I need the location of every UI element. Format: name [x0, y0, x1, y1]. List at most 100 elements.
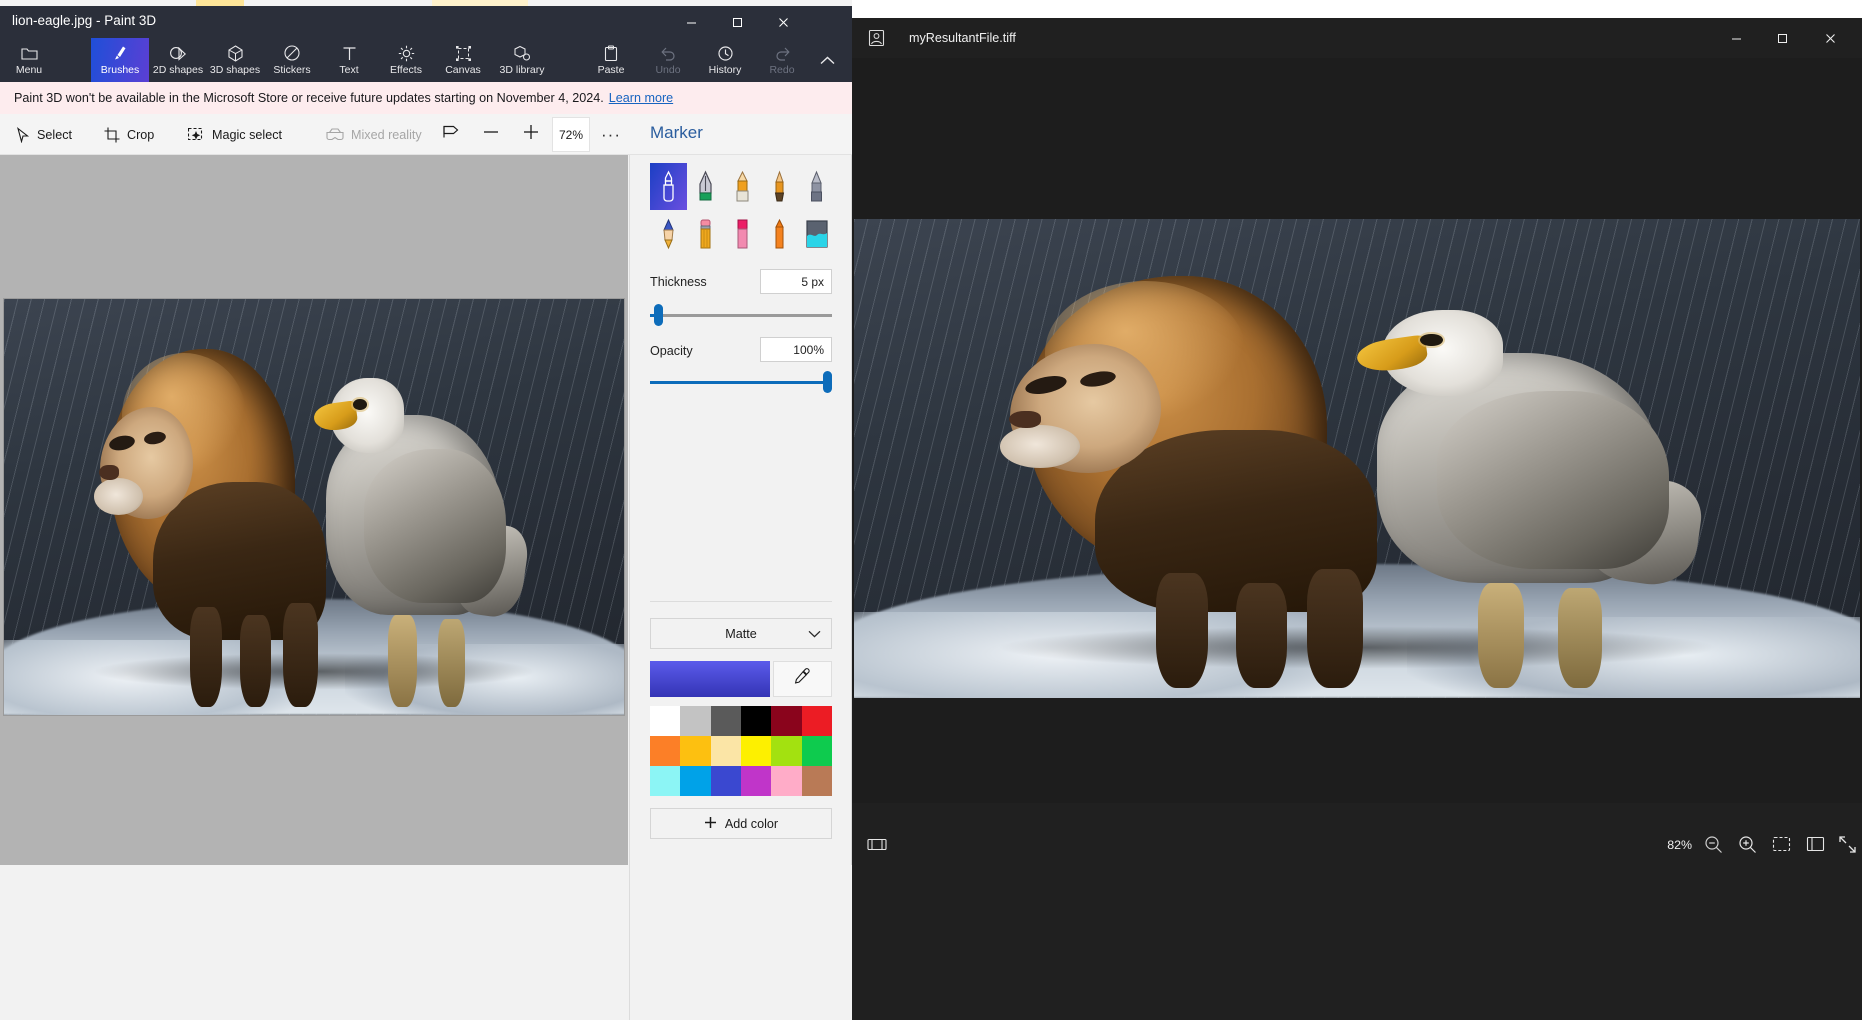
brush-eraser[interactable]: [724, 210, 761, 257]
photos-zoom-out-icon[interactable]: [1700, 831, 1726, 857]
current-color-swatch[interactable]: [650, 661, 770, 697]
color-swatch[interactable]: [741, 766, 772, 796]
panel-divider: [650, 601, 832, 602]
photos-bottom-bar: 82%: [852, 818, 1862, 868]
toolstrip-more-button[interactable]: ···: [594, 114, 628, 155]
photos-image-viewport[interactable]: [852, 58, 1862, 803]
deprecation-notice-bar: Paint 3D won't be available in the Micro…: [0, 82, 852, 114]
ribbon-item-history[interactable]: History: [696, 38, 754, 82]
paint3d-canvas-area[interactable]: 32 bit - rendered at 2.66 MB: [0, 155, 628, 865]
3d-library-icon: [513, 44, 531, 62]
ribbon-item-2d-shapes[interactable]: 2D shapes: [149, 38, 207, 82]
ribbon-item-paste[interactable]: Paste: [582, 38, 640, 82]
ribbon-item-text[interactable]: Text: [320, 38, 378, 82]
color-swatch[interactable]: [801, 706, 832, 736]
ribbon-item-3d-library[interactable]: 3D library: [491, 38, 553, 82]
actual-size-icon[interactable]: [1802, 831, 1828, 857]
color-swatch[interactable]: [741, 736, 772, 766]
color-swatch[interactable]: [680, 736, 711, 766]
add-color-button[interactable]: Add color: [650, 808, 832, 839]
ribbon-item-menu[interactable]: Menu: [0, 38, 58, 82]
ribbon-item-brushes[interactable]: Brushes: [91, 38, 149, 82]
brush-calligraphy-pen[interactable]: [687, 163, 724, 210]
tool-magic-select[interactable]: Magic select: [180, 114, 290, 155]
ribbon-label-effects: Effects: [390, 64, 422, 76]
redo-icon: [774, 44, 791, 62]
photos-titlebar[interactable]: myResultantFile.tiff: [852, 18, 1862, 58]
tool-mixed-reality: Mixed reality: [318, 114, 430, 155]
filmstrip-icon[interactable]: [864, 831, 890, 857]
brush-marker[interactable]: [650, 163, 687, 210]
color-swatch[interactable]: [710, 706, 741, 736]
paint3d-window: lion-eagle.jpg - Paint 3D Menu Brushes 2…: [0, 6, 852, 1020]
photos-maximize-button[interactable]: [1760, 18, 1804, 58]
color-swatch[interactable]: [710, 766, 741, 796]
ribbon-label-undo: Undo: [655, 64, 681, 76]
color-swatch[interactable]: [771, 766, 802, 796]
zoom-in-icon: [522, 123, 540, 146]
brush-watercolor-brush[interactable]: [798, 163, 835, 210]
ribbon-item-canvas[interactable]: Canvas: [434, 38, 492, 82]
paint3d-maximize-button[interactable]: [714, 6, 760, 38]
ribbon-label-brushes: Brushes: [100, 64, 140, 76]
photos-artwork[interactable]: [854, 219, 1860, 698]
ribbon-item-stickers[interactable]: Stickers: [263, 38, 321, 82]
brush-pencil[interactable]: [687, 210, 724, 257]
canvas-artwork[interactable]: [3, 298, 625, 716]
tool-select-label: Select: [37, 127, 73, 142]
tool-mixed-reality-label: Mixed reality: [351, 127, 422, 142]
tool-crop[interactable]: Crop: [96, 114, 162, 155]
opacity-value[interactable]: 100%: [760, 337, 832, 362]
brush-crayon[interactable]: [761, 210, 798, 257]
photos-zoom-level: 82%: [1667, 838, 1692, 852]
material-label: Matte: [725, 626, 757, 641]
brush-fill[interactable]: [798, 210, 835, 257]
color-swatch[interactable]: [741, 706, 772, 736]
photos-minimize-button[interactable]: [1714, 18, 1758, 58]
fullscreen-icon[interactable]: [1834, 831, 1860, 857]
photos-close-button[interactable]: [1808, 18, 1852, 58]
color-swatch[interactable]: [771, 736, 802, 766]
ribbon-collapse-button[interactable]: [810, 38, 844, 82]
color-swatch[interactable]: [801, 736, 832, 766]
zoom-level-display[interactable]: 72%: [552, 117, 590, 152]
color-swatch[interactable]: [650, 766, 681, 796]
ribbon-label-2d-shapes: 2D shapes: [152, 64, 204, 76]
paint3d-minimize-button[interactable]: [668, 6, 714, 38]
opacity-label: Opacity: [650, 344, 693, 358]
color-swatch[interactable]: [680, 766, 711, 796]
thickness-value[interactable]: 5 px: [760, 269, 832, 294]
ribbon-item-effects[interactable]: Effects: [377, 38, 435, 82]
paint3d-titlebar[interactable]: lion-eagle.jpg - Paint 3D: [0, 6, 852, 38]
brush-oil-brush[interactable]: [761, 163, 798, 210]
ribbon-item-3d-shapes[interactable]: 3D shapes: [206, 38, 264, 82]
zoom-in-button[interactable]: [512, 114, 550, 155]
add-color-label: Add color: [724, 816, 779, 831]
color-swatch[interactable]: [650, 706, 681, 736]
fit-to-window-icon[interactable]: [1768, 831, 1794, 857]
paint3d-close-button[interactable]: [760, 6, 806, 38]
photos-zoom-in-icon[interactable]: [1734, 831, 1760, 857]
thickness-slider-thumb[interactable]: [654, 304, 663, 326]
color-swatch[interactable]: [680, 706, 711, 736]
brush-pixel-pen[interactable]: [650, 210, 687, 257]
color-swatch[interactable]: [801, 766, 832, 796]
color-swatch[interactable]: [771, 706, 802, 736]
opacity-slider-thumb[interactable]: [823, 371, 832, 393]
magic-select-icon: [188, 127, 205, 143]
plus-icon: [704, 816, 717, 832]
material-dropdown[interactable]: Matte: [650, 618, 832, 649]
ribbon-label-canvas: Canvas: [445, 64, 481, 76]
thickness-slider-track[interactable]: [650, 314, 832, 317]
tool-crop-label: Crop: [127, 127, 155, 142]
tool-select[interactable]: Select: [8, 114, 80, 155]
color-swatch[interactable]: [710, 736, 741, 766]
zoom-out-button[interactable]: [472, 114, 510, 155]
notice-learn-more-link[interactable]: Learn more: [609, 91, 673, 105]
eyedropper-button[interactable]: [773, 661, 832, 697]
brush-calligraphy-brush[interactable]: [724, 163, 761, 210]
paint3d-toolstrip: Select Crop Magic select Mixed reality 7…: [0, 114, 852, 155]
color-swatch[interactable]: [650, 736, 681, 766]
notice-text: Paint 3D won't be available in the Micro…: [14, 91, 604, 105]
tool-3d-view-button[interactable]: [432, 114, 470, 155]
